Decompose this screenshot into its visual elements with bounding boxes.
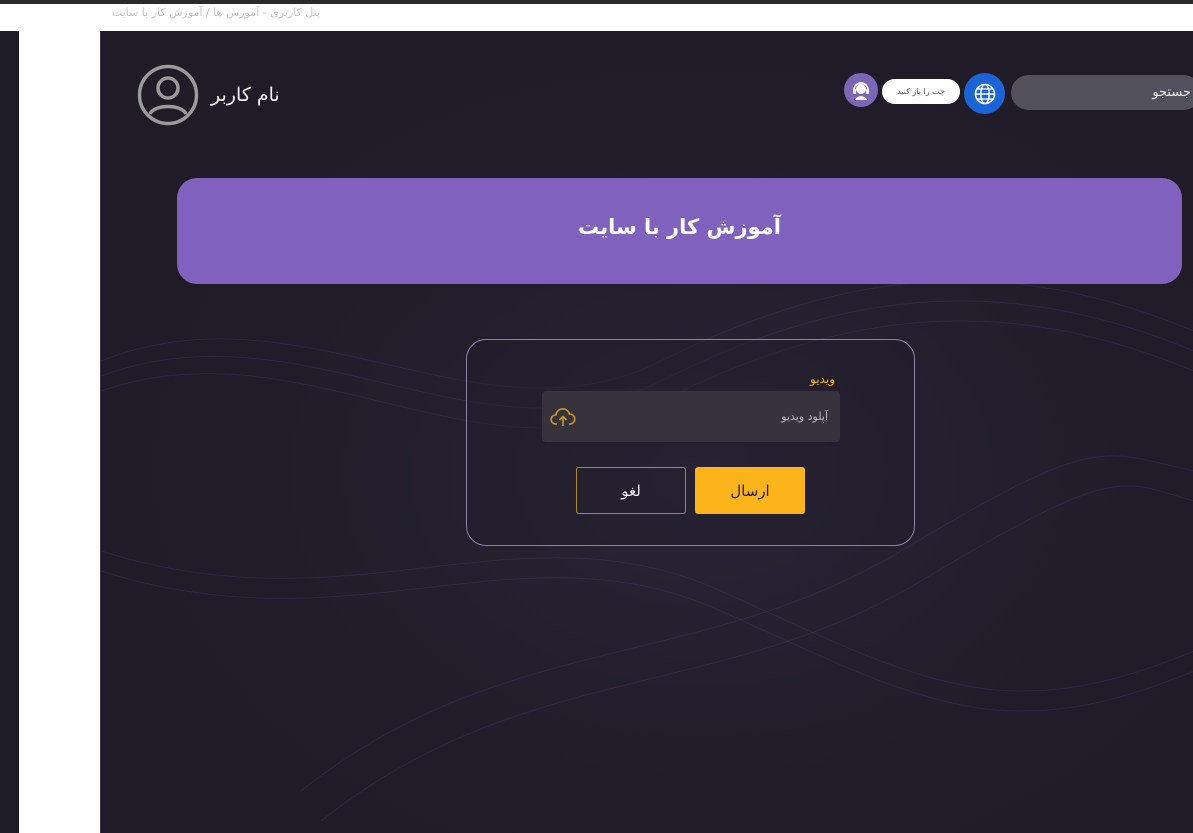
user-profile[interactable]: نام کاربر <box>137 64 280 126</box>
support-agent-icon[interactable] <box>844 73 878 107</box>
video-field-label: ویدیو <box>810 372 835 386</box>
globe-icon <box>974 83 995 104</box>
page-title: آموزش کار با سایت <box>578 215 781 239</box>
left-sidebar-strip <box>0 31 19 833</box>
main-panel: نام کاربر چت را باز کنید آموزش کار با سا… <box>100 31 1193 833</box>
username: نام کاربر <box>211 84 280 106</box>
language-button[interactable] <box>964 73 1005 114</box>
headset-icon <box>853 82 869 100</box>
open-chat-button[interactable]: چت را باز کنید <box>882 79 960 104</box>
page-banner: آموزش کار با سایت <box>177 178 1182 284</box>
upload-form-card: ویدیو آپلود ویدیو لغو ارسال <box>466 339 915 546</box>
cloud-upload-icon <box>550 407 576 426</box>
upload-placeholder: آپلود ویدیو <box>781 410 828 423</box>
cancel-button[interactable]: لغو <box>576 467 686 514</box>
submit-button[interactable]: ارسال <box>695 467 805 514</box>
breadcrumb: پنل کاربری - آموزش ها / آموزش کار با سای… <box>111 6 320 19</box>
search-input[interactable] <box>1011 75 1193 110</box>
video-upload-field[interactable]: آپلود ویدیو <box>542 391 840 442</box>
user-avatar-icon <box>137 64 199 126</box>
